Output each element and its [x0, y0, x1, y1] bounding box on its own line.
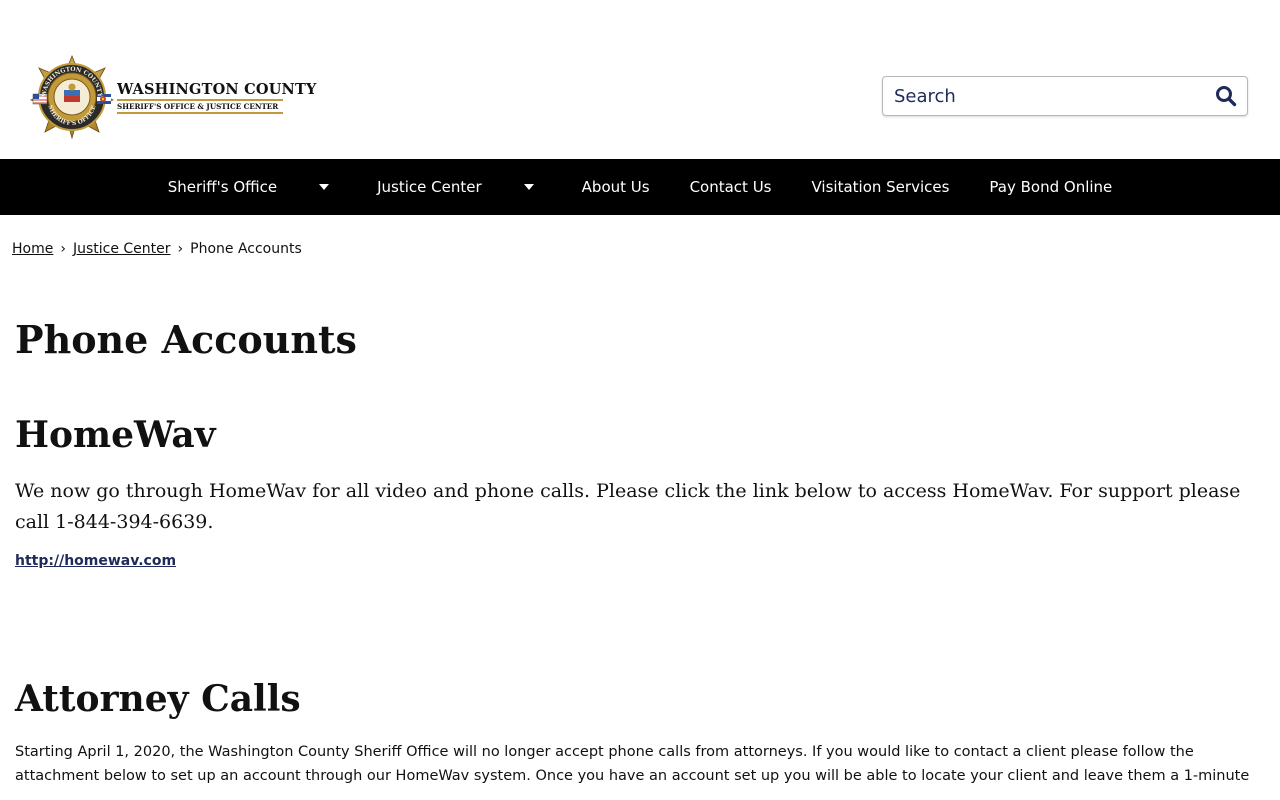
breadcrumb-separator: ›: [177, 241, 184, 257]
homewav-link-row: http://homewav.com: [15, 550, 1265, 569]
nav-item-label: About Us: [581, 178, 650, 196]
homewav-text: We now go through HomeWav for all video …: [15, 480, 1241, 533]
homewav-heading: HomeWav: [15, 414, 216, 456]
search-button[interactable]: [1211, 82, 1241, 110]
nav-item-label: Contact Us: [689, 178, 772, 196]
nav-item-visitation-services[interactable]: Visitation Services: [792, 159, 970, 215]
logo-rule: [117, 99, 283, 101]
breadcrumb-current: Phone Accounts: [190, 241, 302, 257]
site-header: WASHINGTON COUNTY SHERIFF'S OFFICE WASHI…: [0, 0, 1280, 159]
nav-item-sheriffs-office[interactable]: Sheriff's Office: [148, 159, 357, 215]
nav-item-label: Pay Bond Online: [989, 178, 1113, 196]
breadcrumb-link-justice-center[interactable]: Justice Center: [73, 241, 171, 257]
sheriff-badge-icon: WASHINGTON COUNTY SHERIFF'S OFFICE: [29, 54, 115, 140]
logo-subtitle: SHERIFF'S OFFICE & JUSTICE CENTER: [117, 102, 279, 111]
search-box: [882, 76, 1248, 116]
attorney-calls-heading: Attorney Calls: [15, 678, 301, 720]
attorney-calls-text: Starting April 1, 2020, the Washington C…: [15, 744, 1250, 784]
nav-item-contact-us[interactable]: Contact Us: [670, 159, 792, 215]
logo-wordmark: WASHINGTON COUNTY SHERIFF'S OFFICE & JUS…: [117, 81, 317, 114]
caret-down-icon[interactable]: [319, 184, 330, 190]
search-input[interactable]: [883, 77, 1204, 115]
breadcrumb: Home › Justice Center › Phone Accounts: [12, 241, 302, 257]
logo-rule-bottom: [117, 112, 283, 114]
nav-item-label: Visitation Services: [811, 178, 950, 196]
nav-item-pay-bond-online[interactable]: Pay Bond Online: [969, 159, 1132, 215]
nav-item-justice-center[interactable]: Justice Center: [357, 159, 562, 215]
page-title: Phone Accounts: [15, 317, 357, 362]
search-icon: [1216, 86, 1237, 107]
nav-item-about-us[interactable]: About Us: [562, 159, 670, 215]
main-nav: Sheriff's Office Justice Center About Us…: [0, 159, 1280, 215]
nav-item-label: Justice Center: [377, 178, 482, 196]
main-content: Phone Accounts HomeWav We now go through…: [15, 312, 1265, 788]
breadcrumb-separator: ›: [60, 241, 66, 257]
site-logo[interactable]: WASHINGTON COUNTY SHERIFF'S OFFICE WASHI…: [29, 54, 317, 140]
logo-title: WASHINGTON COUNTY: [117, 81, 317, 98]
nav-item-label: Sheriff's Office: [167, 178, 278, 196]
homewav-link[interactable]: http://homewav.com: [15, 553, 176, 569]
breadcrumb-link-home[interactable]: Home: [12, 241, 53, 257]
caret-down-icon[interactable]: [523, 184, 534, 190]
